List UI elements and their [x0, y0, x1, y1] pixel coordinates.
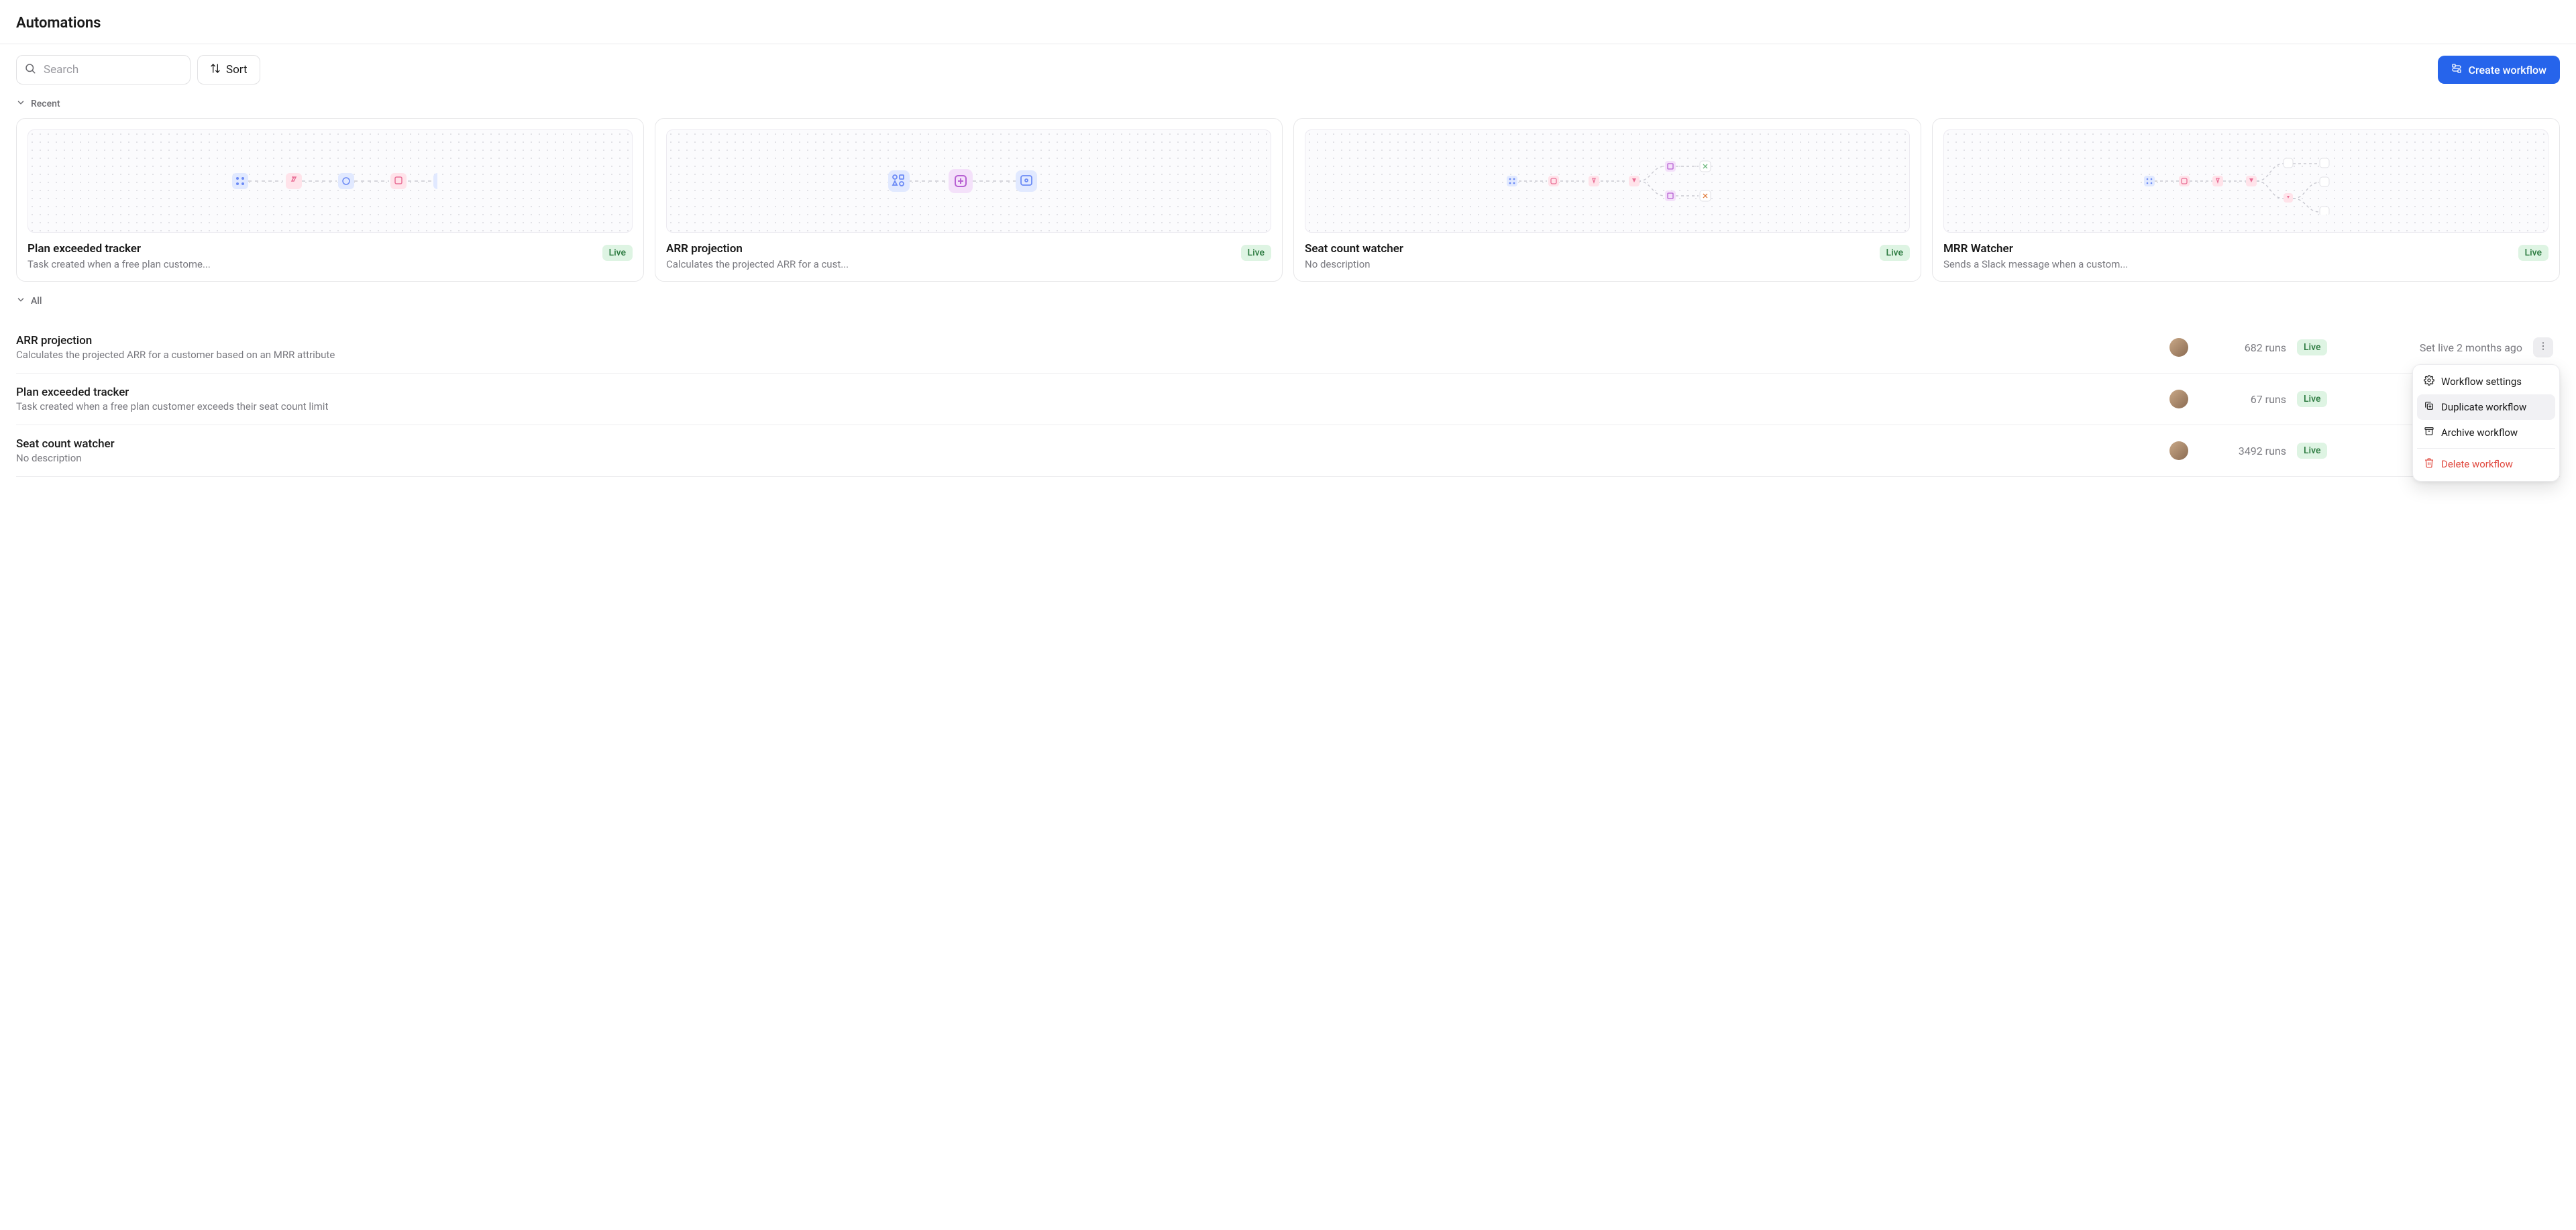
workflow-card-title: Plan exceeded tracker [28, 242, 596, 256]
menu-item-label: Delete workflow [2441, 458, 2513, 470]
workflow-card-desc: Sends a Slack message when a custom... [1943, 258, 2512, 270]
workflow-card-title: MRR Watcher [1943, 242, 2512, 256]
workflow-row-desc: Calculates the projected ARR for a custo… [16, 349, 2155, 361]
workflow-icon [2451, 63, 2462, 76]
workflow-row[interactable]: Seat count watcher No description 3492 r… [16, 425, 2560, 477]
menu-item-delete[interactable]: Delete workflow [2417, 451, 2555, 477]
workflow-row[interactable]: ARR projection Calculates the projected … [16, 322, 2560, 374]
status-badge: Live [1241, 245, 1271, 261]
search-input[interactable] [16, 55, 191, 85]
workflow-card[interactable]: Seat count watcher No description Live [1293, 118, 1921, 282]
sort-icon [210, 63, 221, 77]
gear-icon [2424, 375, 2434, 388]
more-vertical-icon [2538, 341, 2548, 354]
workflow-card-desc: Task created when a free plan custome... [28, 258, 596, 270]
search-input-wrap [16, 55, 191, 85]
avatar [2169, 441, 2188, 460]
menu-item-label: Workflow settings [2441, 376, 2522, 388]
workflow-preview [1943, 129, 2548, 233]
menu-item-label: Archive workflow [2441, 427, 2518, 439]
section-label: Recent [31, 99, 60, 109]
trash-icon [2424, 457, 2434, 471]
workflow-preview [1305, 129, 1910, 233]
workflow-card-desc: Calculates the projected ARR for a cust.… [666, 258, 1234, 270]
status-badge: Live [2297, 443, 2327, 459]
menu-item-archive[interactable]: Archive workflow [2417, 420, 2555, 445]
runs-count: 3492 runs [2199, 445, 2286, 457]
workflow-card[interactable]: Plan exceeded tracker Task created when … [16, 118, 644, 282]
status-badge: Live [2297, 339, 2327, 355]
runs-count: 67 runs [2199, 393, 2286, 406]
duplicate-icon [2424, 400, 2434, 414]
runs-count: 682 runs [2199, 341, 2286, 354]
workflow-row-desc: No description [16, 452, 2155, 464]
workflow-card-title: Seat count watcher [1305, 242, 1873, 256]
menu-item-duplicate[interactable]: Duplicate workflow [2417, 394, 2555, 420]
status-badge: Live [2518, 245, 2548, 261]
archive-icon [2424, 426, 2434, 439]
workflow-card-desc: No description [1305, 258, 1873, 270]
section-toggle-all[interactable]: All [16, 291, 42, 315]
workflow-preview [28, 129, 633, 233]
row-actions-button[interactable] [2533, 337, 2553, 357]
status-badge: Live [2297, 391, 2327, 407]
workflow-card-title: ARR projection [666, 242, 1234, 256]
sort-button[interactable]: Sort [197, 55, 260, 85]
chevron-down-icon [16, 295, 25, 307]
menu-item-label: Duplicate workflow [2441, 401, 2526, 413]
workflow-row-title: ARR projection [16, 334, 2155, 347]
avatar [2169, 390, 2188, 408]
workflow-card[interactable]: MRR Watcher Sends a Slack message when a… [1932, 118, 2560, 282]
section-toggle-recent[interactable]: Recent [16, 94, 60, 118]
create-workflow-label: Create workflow [2469, 64, 2546, 76]
chevron-down-icon [16, 98, 25, 110]
section-label: All [31, 296, 42, 306]
workflow-row-title: Seat count watcher [16, 437, 2155, 451]
status-badge: Live [1880, 245, 1910, 261]
workflow-row-desc: Task created when a free plan customer e… [16, 400, 2155, 412]
create-workflow-button[interactable]: Create workflow [2438, 56, 2560, 84]
workflow-row-title: Plan exceeded tracker [16, 386, 2155, 399]
row-context-menu: Workflow settings Duplicate workflow Arc… [2412, 364, 2560, 482]
menu-item-settings[interactable]: Workflow settings [2417, 369, 2555, 394]
workflow-card[interactable]: ARR projection Calculates the projected … [655, 118, 1283, 282]
page-title: Automations [16, 15, 2560, 32]
workflow-preview [666, 129, 1271, 233]
status-badge: Live [602, 245, 633, 261]
avatar [2169, 338, 2188, 357]
workflow-row[interactable]: Plan exceeded tracker Task created when … [16, 374, 2560, 425]
menu-separator [2417, 448, 2555, 449]
set-live-label: Set live 2 months ago [2348, 341, 2522, 354]
sort-label: Sort [226, 63, 248, 76]
